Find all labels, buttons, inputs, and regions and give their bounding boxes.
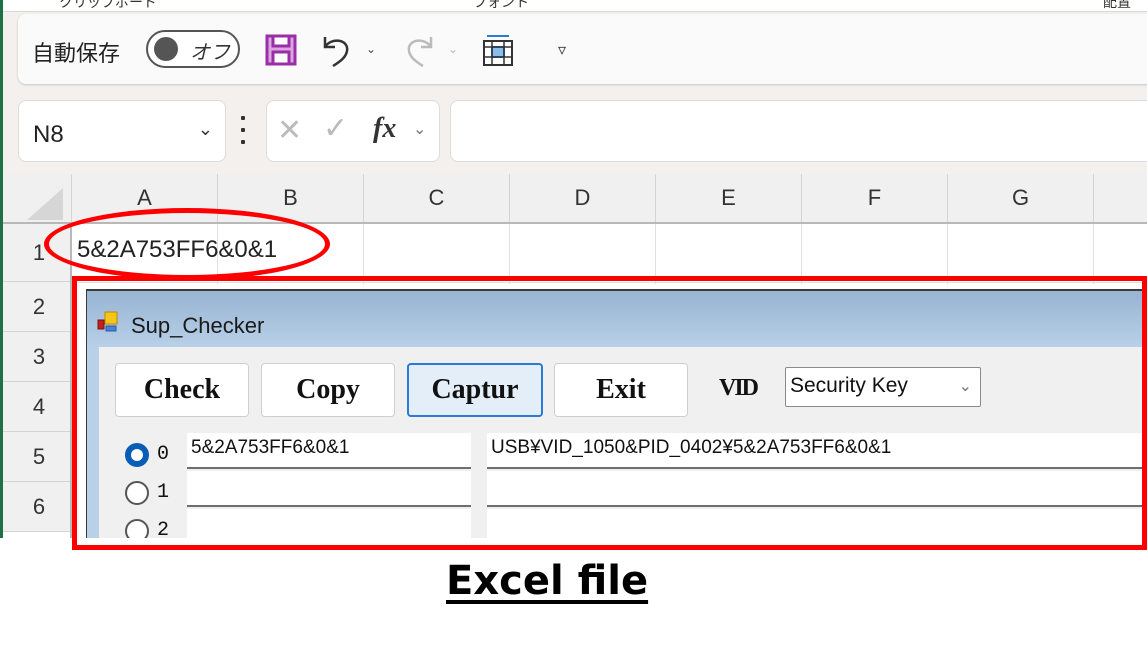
autosave-label: 自動保存 xyxy=(32,41,121,66)
toggle-knob xyxy=(154,37,178,61)
row-header-5[interactable]: 5 xyxy=(3,432,71,482)
name-box-value: N8 xyxy=(33,121,64,148)
ribbon-group-labels: クリップボード フォント 配置 xyxy=(3,0,1147,12)
highlight-ellipse xyxy=(44,208,330,280)
autosave-toggle[interactable]: オフ xyxy=(146,30,240,68)
column-header-h[interactable] xyxy=(1093,174,1147,222)
grid-select-icon[interactable] xyxy=(480,34,516,66)
ribbon-group-alignment: 配置 xyxy=(1103,0,1131,10)
chevron-down-icon[interactable]: ⌄ xyxy=(198,119,213,140)
customize-qat-icon[interactable]: ▿ xyxy=(552,34,572,66)
row-header-3[interactable]: 3 xyxy=(3,332,71,382)
ribbon-group-font: フォント xyxy=(473,0,529,10)
redo-dropdown-icon[interactable]: ⌄ xyxy=(448,42,458,56)
formula-controls: ✕ ✓ fx ⌄ xyxy=(266,100,440,162)
formula-input[interactable] xyxy=(450,100,1147,162)
caption: Excel file xyxy=(446,558,649,604)
enter-check-icon[interactable]: ✓ xyxy=(323,111,348,146)
row-header-2[interactable]: 2 xyxy=(3,282,71,332)
highlight-box xyxy=(72,276,1147,550)
column-header-d[interactable]: D xyxy=(509,174,655,222)
column-header-f[interactable]: F xyxy=(801,174,947,222)
column-header-e[interactable]: E xyxy=(655,174,801,222)
chevron-down-icon[interactable]: ⌄ xyxy=(413,119,426,139)
cancel-icon[interactable]: ✕ xyxy=(277,113,302,148)
row-header-6[interactable]: 6 xyxy=(3,482,71,532)
column-header-g[interactable]: G xyxy=(947,174,1093,222)
quick-access-toolbar: 自動保存 オフ ⌄ ⌄ ▿ xyxy=(18,14,1147,84)
redo-icon[interactable] xyxy=(402,34,436,67)
row-header-4[interactable]: 4 xyxy=(3,382,71,432)
name-box[interactable]: N8 ⌄ xyxy=(18,100,226,162)
gridline xyxy=(801,224,802,284)
undo-dropdown-icon[interactable]: ⌄ xyxy=(366,42,376,56)
gridline xyxy=(655,224,656,284)
column-header-c[interactable]: C xyxy=(363,174,509,222)
formula-bar: N8 ⌄ ✕ ✓ fx ⌄ xyxy=(18,100,1147,164)
gridline xyxy=(947,224,948,284)
undo-icon[interactable] xyxy=(320,34,354,67)
gridline xyxy=(1093,224,1094,284)
select-all-corner[interactable] xyxy=(27,188,63,220)
gridline xyxy=(363,224,364,284)
ribbon-group-clipboard: クリップボード xyxy=(59,0,157,10)
toggle-state-label: オフ xyxy=(190,42,230,64)
gridline xyxy=(509,224,510,284)
save-icon[interactable] xyxy=(264,34,298,66)
more-options-icon[interactable] xyxy=(240,116,246,144)
insert-function-icon[interactable]: fx xyxy=(373,113,396,145)
